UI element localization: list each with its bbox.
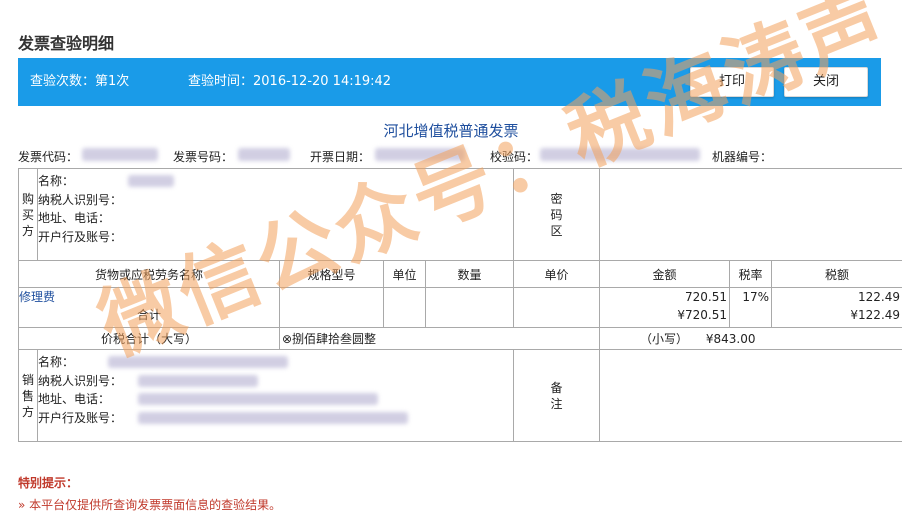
total-lower-cell: （小写） ¥843.00 xyxy=(599,327,902,350)
item-amount: 720.51 xyxy=(685,290,728,304)
seller-side-label: 销售方 xyxy=(18,349,38,442)
redacted-buyer-name xyxy=(128,175,174,187)
redacted-code xyxy=(82,148,158,161)
invoice-table: 购买方 名称： 纳税人识别号： 地址、电话： 开户行及账号： 密码区 货物或应税… xyxy=(18,168,902,442)
tips-line: » 本平台仅提供所查询发票票面信息的查验结果。 xyxy=(18,498,282,512)
total-lower-label: （小写） xyxy=(640,332,689,346)
tax-cell: 122.49 ¥122.49 xyxy=(771,287,902,328)
invoice-date-label: 开票日期： xyxy=(310,150,371,164)
seller-bank-label: 开户行及账号： xyxy=(38,410,123,425)
total-label: 价税合计（大写） xyxy=(18,327,280,350)
col-goods-name: 货物或应税劳务名称 xyxy=(18,260,280,288)
col-unit-price: 单价 xyxy=(513,260,601,288)
subtotal-amount: ¥720.51 xyxy=(677,308,728,322)
buyer-taxid-label: 纳税人识别号： xyxy=(38,192,123,207)
print-button[interactable]: 打印 xyxy=(690,67,774,97)
close-button[interactable]: 关闭 xyxy=(784,67,868,97)
redacted-seller-address xyxy=(138,393,378,405)
invoice-number-label: 发票号码： xyxy=(173,150,234,164)
subtotal-label: 合计 xyxy=(136,308,161,322)
col-amount: 金额 xyxy=(599,260,731,288)
seller-name-label: 名称： xyxy=(38,355,75,369)
machine-number-label: 机器编号： xyxy=(712,150,773,164)
tips-heading: 特别提示： xyxy=(18,476,79,490)
buyer-info: 名称： 纳税人识别号： 地址、电话： 开户行及账号： xyxy=(36,168,515,261)
redacted-seller-bank xyxy=(138,411,408,424)
item-tax: 122.49 xyxy=(858,290,901,304)
invoice-code-label: 发票代码： xyxy=(18,150,79,164)
buyer-address-label: 地址、电话： xyxy=(38,211,111,225)
header-bar: 查验次数：第1次 查验时间：2016-12-20 14:19:42 打印 关闭 xyxy=(18,58,881,106)
cipher-area xyxy=(599,168,902,261)
col-spec: 规格型号 xyxy=(279,260,384,288)
redacted-date xyxy=(375,148,465,161)
amount-cell: 720.51 ¥720.51 xyxy=(599,287,731,328)
cipher-area-label: 密码区 xyxy=(513,168,601,261)
page-title: 发票查验明细 xyxy=(18,34,115,53)
item-name-cell: 修理费 合计 xyxy=(18,287,280,328)
invoice-detail-page: 发票查验明细 查验次数：第1次 查验时间：2016-12-20 14:19:42… xyxy=(0,0,902,521)
redacted-number xyxy=(238,148,290,161)
total-row: 价税合计（大写） ⊗捌佰肆拾叁圆整 （小写） ¥843.00 xyxy=(18,327,902,350)
col-tax-rate: 税率 xyxy=(729,260,773,288)
remark-label: 备注 xyxy=(513,349,601,442)
total-lower: ¥843.00 xyxy=(705,332,756,346)
rate-cell: 17% xyxy=(729,287,773,328)
subtotal-tax: ¥122.49 xyxy=(850,308,901,322)
invoice-title: 河北增值税普通发票 xyxy=(383,122,519,140)
col-quantity: 数量 xyxy=(424,260,515,288)
total-upper: ⊗捌佰肆拾叁圆整 xyxy=(278,327,601,350)
redacted-seller-taxid xyxy=(138,374,258,387)
redacted-verify xyxy=(540,148,700,161)
seller-taxid-label: 纳税人识别号： xyxy=(38,373,123,388)
buyer-bank-label: 开户行及账号： xyxy=(38,229,123,244)
check-time: 查验时间：2016-12-20 14:19:42 xyxy=(188,74,392,89)
buyer-side-label: 购买方 xyxy=(18,168,38,261)
check-count: 查验次数：第1次 xyxy=(30,74,130,89)
verify-code-label: 校验码： xyxy=(490,150,539,164)
item-name: 修理费 xyxy=(19,290,56,304)
redacted-seller-name xyxy=(108,356,288,368)
item-row: 修理费 合计 720.51 ¥720.51 17% 122.49 ¥122.49 xyxy=(18,287,902,328)
seller-address-label: 地址、电话： xyxy=(38,392,111,406)
col-tax-amount: 税额 xyxy=(771,260,902,288)
item-tax-rate: 17% xyxy=(742,290,770,304)
seller-info: 名称： 纳税人识别号： 地址、电话： 开户行及账号： xyxy=(36,349,515,442)
buyer-name-label: 名称： xyxy=(38,174,75,188)
remark-area xyxy=(599,349,902,442)
col-unit: 单位 xyxy=(383,260,426,288)
